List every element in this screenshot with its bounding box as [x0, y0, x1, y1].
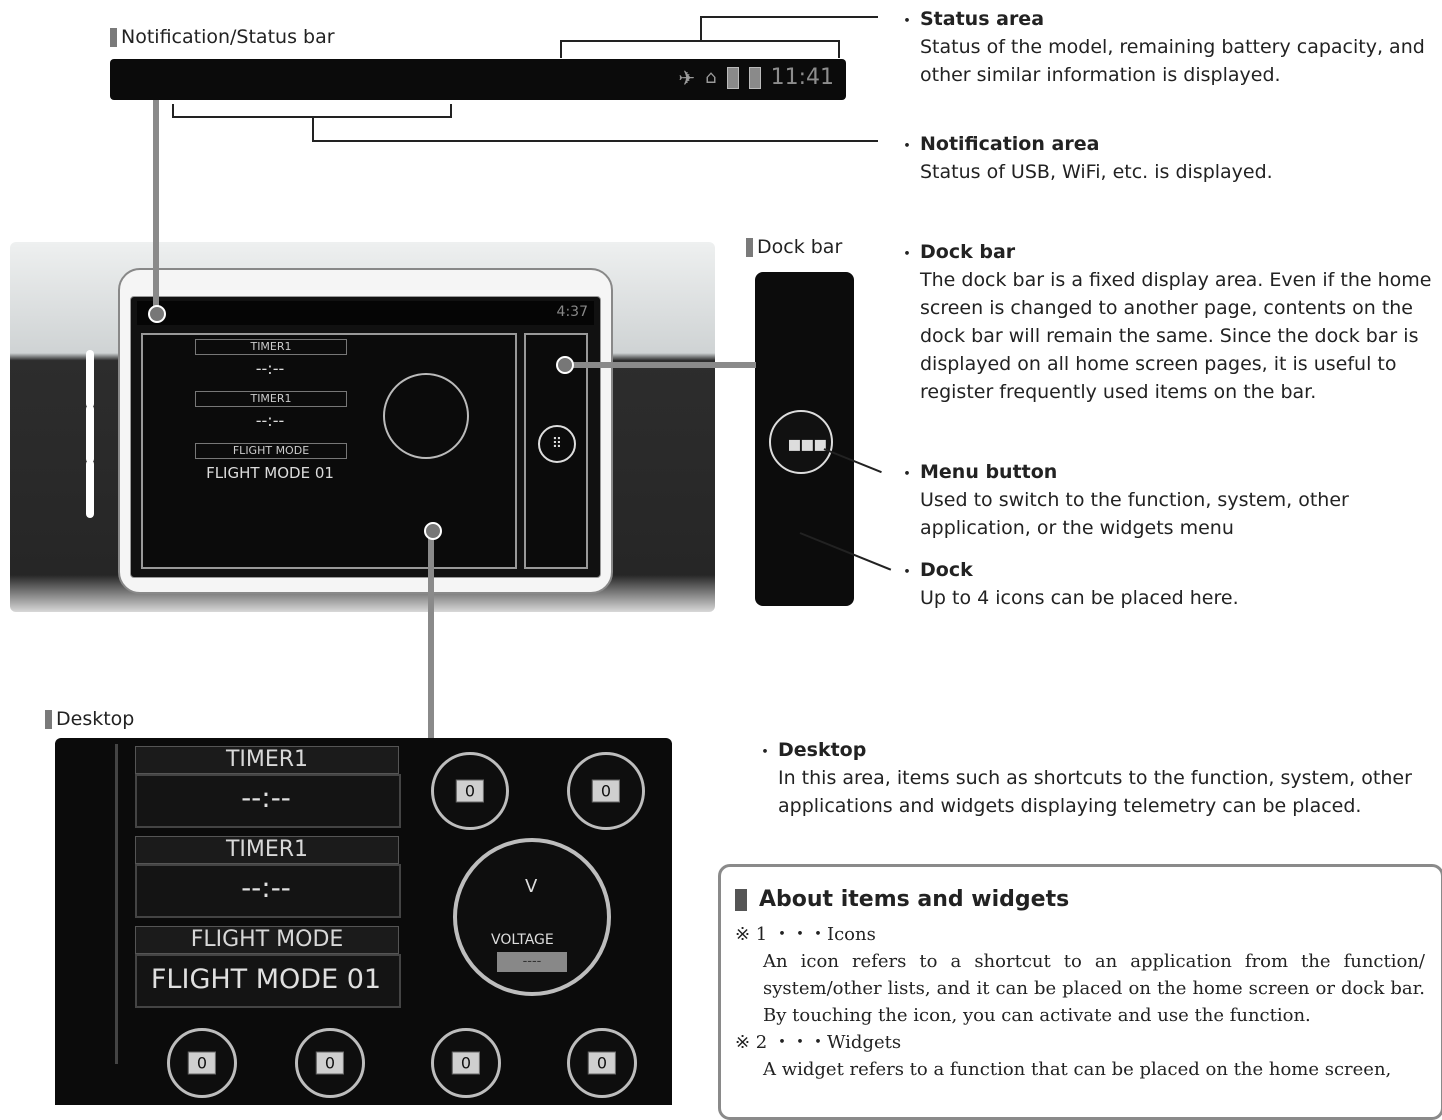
trim-value: 0 — [587, 1051, 617, 1075]
status-bar-zoomed: ✈ ⌂ 11:41 — [110, 59, 846, 100]
trim-gauge-6: 0 — [567, 1028, 637, 1098]
mini-timer1-label: TIMER1 — [195, 339, 347, 355]
menu-button-icon: ▪▪▪ — [769, 410, 833, 474]
status-area-title: Status area — [920, 8, 1045, 30]
device-clock: 4:37 — [556, 304, 588, 320]
desktop-text: In this area, items such as shortcuts to… — [778, 767, 1412, 817]
flight-mode-value: FLIGHT MODE 01 — [150, 964, 382, 995]
icons-text: An icon refers to a shortcut to an appli… — [763, 951, 1425, 1026]
pointer-dot — [424, 522, 442, 540]
notification-status-bar-label: Notification/Status bar — [110, 26, 335, 48]
dock-bar-text: The dock bar is a fixed display area. Ev… — [920, 269, 1432, 403]
status-icons: ✈ ⌂ 11:41 — [678, 65, 834, 90]
voltage-label: VOLTAGE — [491, 932, 554, 948]
status-area-text: Status of the model, remaining battery c… — [920, 36, 1425, 86]
trim-value: 0 — [187, 1051, 217, 1075]
menu-button-title: Menu button — [920, 461, 1058, 483]
mini-flight-mode-label: FLIGHT MODE — [195, 443, 347, 459]
trim-value: 0 — [315, 1051, 345, 1075]
bullet: ・ — [898, 136, 916, 157]
title-marker — [735, 888, 747, 911]
trim-gauge-1: 0 — [431, 752, 509, 830]
pointer-dot — [556, 356, 574, 374]
widgets-text: A widget refers to a function that can b… — [763, 1059, 1392, 1080]
mini-flight-mode-value: FLIGHT MODE 01 — [206, 464, 334, 482]
dock-description: Dock Up to 4 icons can be placed here. — [920, 556, 1440, 612]
battery-icon — [726, 66, 739, 89]
about-items-widgets-box: About items and widgets ※ 1 ・・・Icons An … — [718, 864, 1442, 1120]
led-indicator — [86, 350, 94, 408]
dock-bar-label: Dock bar — [746, 236, 842, 258]
notification-status-bar-label-text: Notification/Status bar — [121, 26, 335, 48]
device-screen: 4:37 TIMER1 --:-- TIMER1 --:-- FLIGHT MO… — [130, 296, 601, 578]
label-marker — [110, 27, 117, 47]
trim-value: 0 — [591, 779, 621, 803]
transmitter-icon: ⌂ — [705, 67, 717, 88]
info-title-row: About items and widgets — [735, 887, 1069, 912]
label-marker — [746, 237, 753, 257]
trim-gauge-5: 0 — [431, 1028, 501, 1098]
mini-timer1-value: --:-- — [255, 359, 285, 378]
notification-area-text: Status of USB, WiFi, etc. is displayed. — [920, 161, 1273, 183]
timer1-value: --:-- — [241, 781, 291, 814]
label-marker — [45, 709, 52, 729]
desktop-label-text: Desktop — [56, 708, 135, 730]
divider — [115, 744, 118, 1064]
trim-gauge-2: 0 — [567, 752, 645, 830]
bullet: ・ — [898, 11, 916, 32]
mini-timer2-label: TIMER1 — [195, 391, 347, 407]
desktop-zoomed: TIMER1 --:-- TIMER1 --:-- FLIGHT MODE FL… — [55, 738, 672, 1105]
notification-area-title: Notification area — [920, 133, 1100, 155]
trim-gauge-4: 0 — [295, 1028, 365, 1098]
desktop-title: Desktop — [778, 739, 867, 761]
notification-area-description: Notification area Status of USB, WiFi, e… — [920, 130, 1440, 186]
status-area-description: Status area Status of the model, remaini… — [920, 5, 1440, 89]
dock-bar-description: Dock bar The dock bar is a fixed display… — [920, 238, 1440, 406]
dock-bar-label-text: Dock bar — [757, 236, 843, 258]
dock-text: Up to 4 icons can be placed here. — [920, 587, 1239, 609]
bullet: ・ — [756, 742, 774, 763]
trim-value: 0 — [455, 779, 485, 803]
menu-button-description: Menu button Used to switch to the functi… — [920, 458, 1440, 542]
timer1-label: TIMER1 — [135, 746, 399, 774]
pointer-dot — [148, 305, 166, 323]
mini-timer2-value: --:-- — [255, 411, 285, 430]
trim-value: 0 — [451, 1051, 481, 1075]
voltage-unit: V — [525, 876, 538, 897]
widgets-heading: ※ 2 ・・・Widgets — [735, 1032, 902, 1053]
timer2-value: --:-- — [241, 871, 291, 904]
clock: 11:41 — [770, 65, 834, 90]
device-desktop: TIMER1 --:-- TIMER1 --:-- FLIGHT MODE FL… — [141, 333, 517, 569]
trim-gauge-3: 0 — [167, 1028, 237, 1098]
desktop-description: Desktop In this area, items such as shor… — [778, 736, 1418, 820]
device-menu-icon: ⠿ — [538, 425, 576, 463]
menu-button-text: Used to switch to the function, system, … — [920, 489, 1349, 539]
dock-title: Dock — [920, 559, 973, 581]
info-body: ※ 1 ・・・Icons An icon refers to a shortcu… — [735, 921, 1425, 1083]
flight-mode-label: FLIGHT MODE — [135, 926, 399, 954]
helicopter-icon: ✈ — [678, 65, 696, 90]
voltage-gauge: V VOLTAGE ---- — [453, 838, 611, 996]
icons-heading: ※ 1 ・・・Icons — [735, 924, 876, 945]
dock-bar-title: Dock bar — [920, 241, 1016, 263]
mini-voltage-gauge — [383, 373, 469, 459]
bullet: ・ — [898, 244, 916, 265]
led-indicator — [86, 405, 94, 463]
led-indicator — [86, 460, 94, 518]
bullet: ・ — [898, 562, 916, 583]
info-title: About items and widgets — [759, 887, 1070, 912]
bullet: ・ — [898, 464, 916, 485]
device-status-bar: 4:37 — [137, 301, 594, 325]
desktop-label: Desktop — [45, 708, 134, 730]
battery-icon-2 — [748, 66, 761, 89]
voltage-value: ---- — [497, 952, 567, 972]
timer2-label: TIMER1 — [135, 836, 399, 864]
